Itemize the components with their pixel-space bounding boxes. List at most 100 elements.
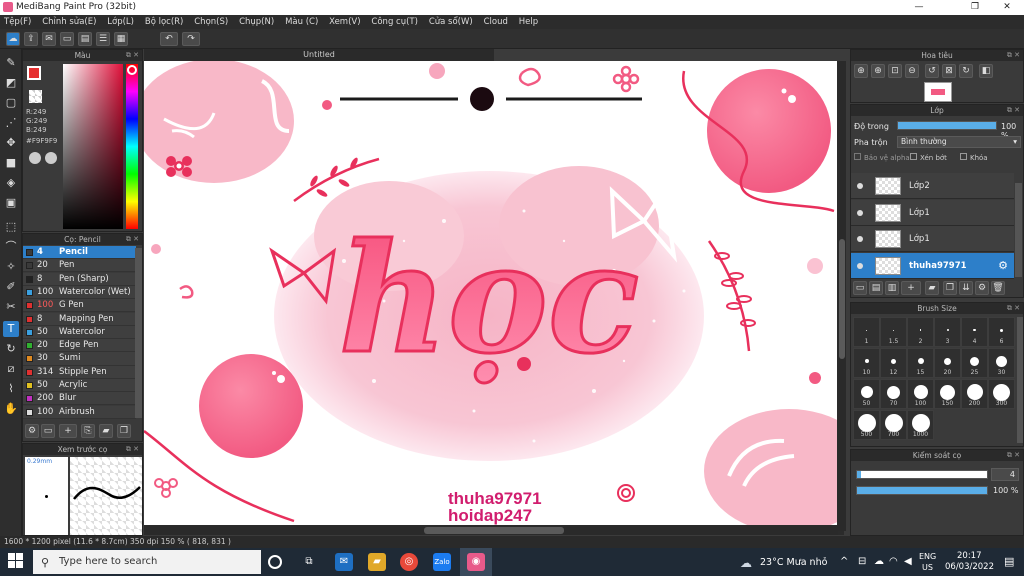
brush-size-option[interactable]: 1000 xyxy=(907,410,934,440)
lock-checkbox[interactable]: Khóa xyxy=(970,154,988,162)
network-icon[interactable]: ⊟ xyxy=(858,556,866,567)
file-explorer-icon[interactable]: ▰ xyxy=(368,553,386,571)
flip-icon[interactable]: ◧ xyxy=(979,64,993,78)
layer-settings-gear-icon[interactable]: ⚙ xyxy=(998,253,1008,279)
transparent-swatch[interactable] xyxy=(29,90,42,103)
operation-tool-icon[interactable]: ↻ xyxy=(3,341,19,357)
brush-size-option[interactable]: 500 xyxy=(853,410,880,440)
brush-duplicate-icon[interactable]: ❐ xyxy=(117,424,131,438)
minimize-button[interactable]: — xyxy=(904,0,934,15)
brush-opacity-slider[interactable] xyxy=(856,486,988,495)
wifi-icon[interactable]: ◠ xyxy=(889,556,898,567)
add-layer-menu-icon[interactable]: + xyxy=(901,281,921,295)
menu-file[interactable]: Tệp(F) xyxy=(0,15,35,29)
rectangle-select-icon[interactable]: ▢ xyxy=(3,95,19,111)
page-icon[interactable]: ▤ xyxy=(78,32,92,46)
add-brush-icon[interactable]: + xyxy=(59,424,77,438)
brush-size-option[interactable]: 25 xyxy=(961,348,988,378)
brush-list-scrollbar[interactable] xyxy=(135,248,142,418)
brush-folder-icon[interactable]: ▰ xyxy=(99,424,113,438)
new-halftone-layer-icon[interactable]: ▤ xyxy=(869,281,883,295)
drawing-canvas[interactable]: học thuha97971 hoidap247 xyxy=(144,61,837,525)
hand-tool-icon[interactable]: ✋ xyxy=(3,401,19,417)
layer-row[interactable]: Lớp2 xyxy=(851,173,1014,199)
visibility-icon[interactable] xyxy=(857,262,863,269)
fill-tool-icon[interactable]: ◈ xyxy=(3,175,19,191)
layer-folder-icon[interactable]: ▰ xyxy=(925,281,939,295)
brush-size-option[interactable]: 3 xyxy=(934,317,961,347)
mail-icon[interactable]: ✉ xyxy=(335,553,353,571)
brush-size-option[interactable]: 4 xyxy=(961,317,988,347)
brush-item[interactable]: 50 Watercolor xyxy=(23,325,136,339)
visibility-icon[interactable] xyxy=(857,236,863,242)
layer-row[interactable]: Lớp1 xyxy=(851,226,1014,252)
brush-size-option[interactable]: 200 xyxy=(961,379,988,409)
brush-size-option[interactable]: 30 xyxy=(988,348,1015,378)
task-view-icon[interactable]: ⧉ xyxy=(300,553,318,571)
brush-size-option[interactable]: 700 xyxy=(880,410,907,440)
weather-text[interactable]: 23°C Mưa nhỏ xyxy=(760,557,827,568)
saturation-value-picker[interactable] xyxy=(63,64,123,229)
notification-icon[interactable]: ▤ xyxy=(1004,555,1014,568)
menu-filter[interactable]: Bộ lọc(R) xyxy=(141,15,188,29)
brush-settings-icon[interactable]: ⚙ xyxy=(25,424,39,438)
message-icon[interactable]: ▭ xyxy=(60,32,74,46)
brush-tool-icon[interactable]: ✎ xyxy=(3,55,19,71)
brush-size-option[interactable]: 1.5 xyxy=(880,317,907,347)
brush-size-option[interactable]: 70 xyxy=(880,379,907,409)
brush-size-option[interactable]: 6 xyxy=(988,317,1015,347)
gradient-tool-icon[interactable]: ▣ xyxy=(3,195,19,211)
move-tool-icon[interactable]: ✥ xyxy=(3,135,19,151)
duplicate-layer-icon[interactable]: ❐ xyxy=(943,281,957,295)
canvas-horizontal-scrollbar[interactable] xyxy=(144,526,838,535)
blend-mode-select[interactable]: Bình thường ▾ xyxy=(897,136,1021,148)
cloud-tray-icon[interactable]: ☁ xyxy=(874,556,884,567)
brush-item[interactable]: 100 Airbrush xyxy=(23,405,136,419)
maximize-button[interactable]: ❐ xyxy=(960,0,990,15)
brush-item[interactable]: 20 Pen xyxy=(23,259,136,273)
brush-item[interactable]: 100 Watercolor (Wet) xyxy=(23,285,136,300)
brush-size-option[interactable]: 20 xyxy=(934,348,961,378)
shape-tool-icon[interactable]: ■ xyxy=(3,155,19,171)
grid-icon[interactable]: ▦ xyxy=(114,32,128,46)
volume-icon[interactable]: ◀ xyxy=(904,556,912,567)
navigator-thumbnail[interactable] xyxy=(924,82,952,102)
brush-size-option[interactable]: 300 xyxy=(988,379,1015,409)
clipping-checkbox[interactable]: Xén bớt xyxy=(920,154,947,162)
zalo-icon[interactable]: Zalo xyxy=(433,553,451,571)
layer-row[interactable]: thuha97971 ⚙ xyxy=(851,252,1014,279)
visibility-icon[interactable] xyxy=(857,209,863,216)
brush-size-option[interactable]: 10 xyxy=(853,348,880,378)
brush-size-option[interactable]: 12 xyxy=(880,348,907,378)
brush-item[interactable]: 20 Edge Pen xyxy=(23,339,136,353)
brush-size-option[interactable]: 100 xyxy=(907,379,934,409)
fit-icon[interactable]: ⊡ xyxy=(888,64,902,78)
cortana-icon[interactable] xyxy=(268,555,282,569)
text-tool-icon[interactable]: T xyxy=(3,321,19,337)
rotate-left-icon[interactable]: ↺ xyxy=(925,64,939,78)
select-eraser-icon[interactable]: ✂ xyxy=(3,299,19,315)
layer-list-scrollbar[interactable] xyxy=(1015,183,1022,277)
hue-handle[interactable] xyxy=(127,65,137,75)
magic-wand-icon[interactable]: ✧ xyxy=(3,259,19,275)
windows-start-icon[interactable] xyxy=(8,553,24,569)
comment-icon[interactable]: ✉ xyxy=(42,32,56,46)
menu-snap[interactable]: Chụp(N) xyxy=(235,15,278,29)
undo-icon[interactable]: ↶ xyxy=(160,32,178,46)
chrome-icon[interactable]: ◎ xyxy=(400,553,418,571)
select-pen-icon[interactable]: ✐ xyxy=(3,279,19,295)
brush-size-input[interactable]: 4 xyxy=(991,468,1019,481)
zoom-plus-icon[interactable]: ⊕ xyxy=(871,64,885,78)
zoom-out-icon[interactable]: ⊖ xyxy=(905,64,919,78)
new-8bit-layer-icon[interactable]: ▥ xyxy=(885,281,899,295)
brush-item[interactable]: 50 Acrylic xyxy=(23,379,136,393)
menu-select[interactable]: Chọn(S) xyxy=(190,15,232,29)
protect-alpha-checkbox[interactable]: Bảo vệ alpha xyxy=(864,154,910,162)
page-list-icon[interactable]: ☰ xyxy=(96,32,110,46)
brush-item[interactable]: 8 Mapping Pen xyxy=(23,312,136,326)
foreground-color-swatch[interactable] xyxy=(27,66,41,80)
select-tool-icon[interactable]: ⬚ xyxy=(3,219,19,235)
brush-item[interactable]: 4Pencil⚙ xyxy=(23,246,136,260)
region-indicator[interactable]: US xyxy=(922,563,933,572)
layer-settings-icon[interactable]: ⚙ xyxy=(975,281,989,295)
